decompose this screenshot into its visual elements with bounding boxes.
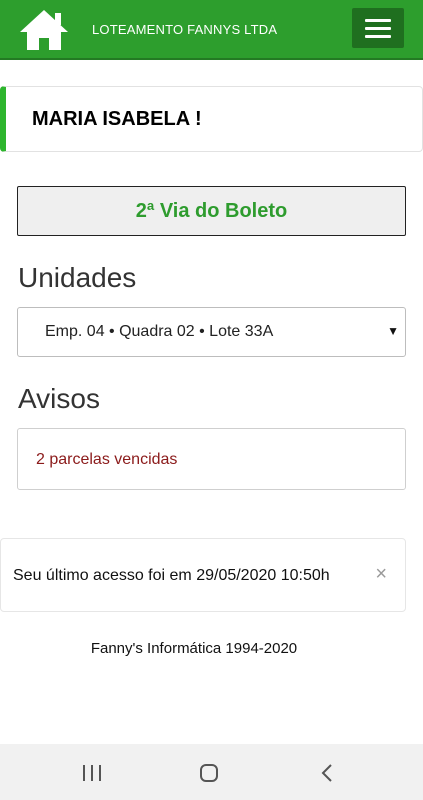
footer-copyright: Fanny's Informática 1994-2020 bbox=[90, 640, 298, 657]
second-copy-boleto-button[interactable]: 2ª Via do Boleto bbox=[17, 186, 406, 236]
last-access-text: Seu último acesso foi em 29/05/2020 10:5… bbox=[13, 567, 330, 584]
chevron-down-icon: ▼ bbox=[387, 324, 399, 338]
menu-button[interactable] bbox=[352, 8, 404, 48]
aviso-item[interactable]: 2 parcelas vencidas bbox=[36, 451, 177, 469]
avisos-box: 2 parcelas vencidas bbox=[17, 428, 406, 490]
back-icon[interactable] bbox=[316, 761, 340, 785]
close-icon[interactable]: × bbox=[375, 563, 387, 586]
system-navigation-bar bbox=[0, 744, 423, 800]
home-icon[interactable] bbox=[18, 8, 70, 52]
unidades-title: Unidades bbox=[18, 262, 137, 293]
unidade-selected-value: Emp. 04 • Quadra 02 • Lote 33A bbox=[45, 323, 274, 340]
user-name: MARIA ISABELA ! bbox=[32, 108, 202, 130]
top-navbar: LOTEAMENTO FANNYS LTDA bbox=[0, 0, 423, 60]
recents-icon[interactable] bbox=[80, 761, 104, 785]
android-home-icon[interactable] bbox=[197, 761, 221, 785]
avisos-title: Avisos bbox=[18, 383, 100, 414]
brand-title: LOTEAMENTO FANNYS LTDA bbox=[92, 22, 278, 37]
unidade-select[interactable]: Emp. 04 • Quadra 02 • Lote 33A ▼ bbox=[17, 307, 406, 357]
hamburger-menu-icon bbox=[365, 19, 391, 22]
user-card: MARIA ISABELA ! bbox=[0, 86, 423, 152]
last-access-alert: Seu último acesso foi em 29/05/2020 10:5… bbox=[0, 538, 406, 612]
